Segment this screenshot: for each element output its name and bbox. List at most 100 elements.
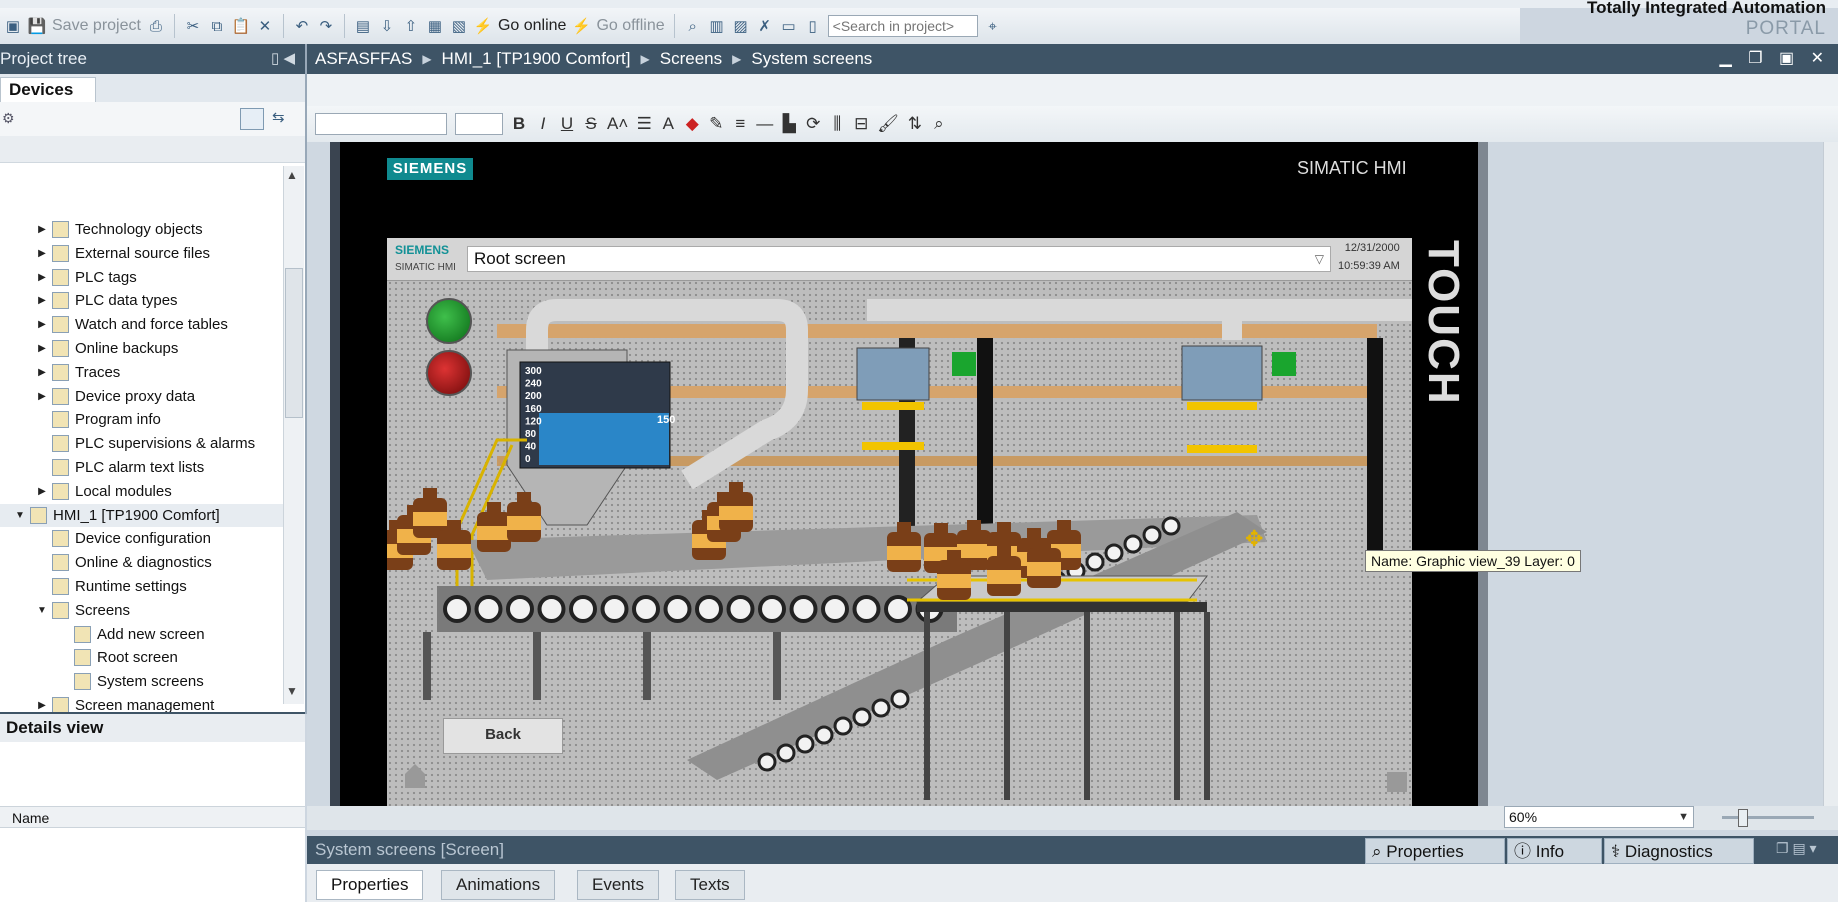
tree-item[interactable]: ▼ HMI_1 [TP1900 Comfort] — [0, 503, 283, 527]
inspector-window-controls-icon[interactable]: ❐ ▤ ▾ — [1776, 840, 1817, 857]
subtab-properties[interactable]: Properties — [316, 870, 424, 900]
expand-right-icon[interactable]: ▶ — [36, 367, 48, 378]
redo-icon[interactable]: ↷ — [317, 17, 335, 35]
tree-item[interactable]: Runtime settings — [0, 575, 283, 598]
simulate-icon[interactable]: ▦ — [426, 17, 444, 35]
stop-button[interactable] — [426, 350, 472, 396]
tree-item[interactable]: Add new screen — [0, 623, 283, 646]
expand-right-icon[interactable]: ▶ — [36, 319, 48, 330]
project-search-input[interactable] — [827, 15, 978, 37]
copy-icon[interactable]: ⧉ — [208, 17, 226, 35]
view-list-icon[interactable] — [240, 108, 264, 130]
tree-item[interactable]: Root screen — [0, 646, 283, 669]
tab-devices[interactable]: Devices — [0, 77, 96, 102]
tree-item[interactable]: Online & diagnostics — [0, 551, 283, 574]
save-icon[interactable]: 💾 — [28, 17, 47, 35]
expand-right-icon[interactable]: ▶ — [36, 248, 48, 259]
italic-icon[interactable]: I — [535, 114, 551, 134]
subtab-texts[interactable]: Texts — [675, 870, 745, 900]
print-icon[interactable]: ⎙ — [147, 17, 165, 35]
split-vertical-icon[interactable]: ▯ — [804, 17, 822, 35]
subtab-animations[interactable]: Animations — [441, 870, 556, 900]
new-project-icon[interactable]: ▣ — [4, 17, 22, 35]
tree-scrollbar[interactable]: ▲ ▼ — [283, 166, 304, 704]
compile-icon[interactable]: ▤ — [354, 17, 372, 35]
inspector-tab-diagnostics[interactable]: ⚕ Diagnostics — [1604, 838, 1754, 864]
rotate-icon[interactable]: ⟳ — [805, 114, 821, 134]
split-horizontal-icon[interactable]: ▭ — [780, 17, 798, 35]
stop-cpu-icon[interactable]: ▨ — [732, 17, 750, 35]
expand-down-icon[interactable]: ▼ — [36, 605, 48, 616]
download-icon[interactable]: ⇩ — [378, 17, 396, 35]
save-project-button[interactable]: Save project — [52, 17, 141, 35]
font-family-select[interactable] — [315, 113, 447, 135]
line-color-icon[interactable]: ✎ — [708, 114, 724, 134]
expand-down-icon[interactable]: ▼ — [14, 510, 26, 521]
go-offline-icon[interactable]: ⚡ — [572, 17, 591, 35]
screen-selector[interactable]: Root screen ▽ — [467, 246, 1331, 272]
expand-right-icon[interactable]: ▶ — [36, 700, 48, 711]
tree-item[interactable]: ▶ PLC tags — [0, 266, 283, 289]
upload-icon[interactable]: ⇧ — [402, 17, 420, 35]
align-objects-icon[interactable]: ▙ — [781, 114, 797, 134]
zoom-select[interactable]: 60% ▼ — [1504, 806, 1694, 828]
zoom-slider[interactable] — [1722, 816, 1814, 819]
tree-item[interactable]: ▶ Traces — [0, 361, 283, 384]
start-button[interactable] — [426, 298, 472, 344]
chevron-down-icon[interactable]: ▽ — [1315, 247, 1324, 271]
tree-item[interactable]: PLC alarm text lists — [0, 456, 283, 479]
tree-item[interactable]: ▶ Local modules — [0, 480, 283, 503]
subtab-events[interactable]: Events — [577, 870, 659, 900]
delete-icon[interactable]: ✕ — [256, 17, 274, 35]
order-icon[interactable]: ⊟ — [853, 114, 869, 134]
scroll-down-icon[interactable]: ▼ — [286, 684, 298, 698]
back-button[interactable]: Back — [443, 718, 563, 754]
underline-icon[interactable]: U — [559, 114, 575, 134]
tree-item[interactable]: PLC supervisions & alarms — [0, 432, 283, 455]
accessible-devices-icon[interactable]: ⌕ — [684, 17, 702, 35]
stop-simulation-icon[interactable]: ▧ — [450, 17, 468, 35]
details-view-header[interactable]: Details view — [0, 712, 305, 742]
view-overview-icon[interactable]: ⇆ — [272, 108, 285, 126]
inspector-tab-info[interactable]: ⓘ Info — [1507, 838, 1602, 864]
line-width-icon[interactable]: — — [756, 114, 773, 134]
go-online-icon[interactable]: ⚡ — [474, 17, 493, 35]
font-grow-icon[interactable]: A˄ — [607, 114, 628, 134]
bold-icon[interactable]: B — [511, 114, 527, 134]
line-style-icon[interactable]: ≡ — [732, 114, 748, 134]
breadcrumb-system-screens[interactable]: System screens — [751, 49, 872, 69]
tree-item[interactable]: ▶ PLC data types — [0, 289, 283, 312]
expand-right-icon[interactable]: ▶ — [36, 224, 48, 235]
search-icon[interactable]: ⌖ — [984, 17, 1002, 35]
cross-reference-icon[interactable]: ✗ — [756, 17, 774, 35]
expand-right-icon[interactable]: ▶ — [36, 343, 48, 354]
tree-item[interactable]: ▶ Watch and force tables — [0, 313, 283, 336]
expand-right-icon[interactable]: ▶ — [36, 295, 48, 306]
breadcrumb-screens[interactable]: Screens — [660, 49, 722, 69]
align-icon[interactable]: ☰ — [636, 114, 652, 134]
font-color-icon[interactable]: A — [660, 114, 676, 134]
tree-item[interactable]: ▶ Online backups — [0, 337, 283, 360]
go-online-button[interactable]: Go online — [498, 17, 567, 35]
go-offline-button[interactable]: Go offline — [596, 17, 664, 35]
strikethrough-icon[interactable]: S — [583, 114, 599, 134]
breadcrumb-device[interactable]: HMI_1 [TP1900 Comfort] — [442, 49, 631, 69]
tree-item[interactable]: Program info — [0, 408, 283, 431]
fill-color-icon[interactable]: ◆ — [684, 114, 700, 134]
paste-icon[interactable]: 📋 — [232, 17, 251, 35]
expand-right-icon[interactable]: ▶ — [36, 391, 48, 402]
scroll-up-icon[interactable]: ▲ — [286, 168, 298, 182]
inspector-tab-properties[interactable]: ⌕ Properties — [1365, 838, 1505, 864]
tree-item[interactable]: ▼ Screens — [0, 599, 283, 622]
format-painter-icon[interactable]: 🖌 — [877, 114, 899, 134]
undo-icon[interactable]: ↶ — [293, 17, 311, 35]
tree-item[interactable]: System screens — [0, 670, 283, 693]
expand-right-icon[interactable]: ▶ — [36, 486, 48, 497]
cut-icon[interactable]: ✂ — [184, 17, 202, 35]
tree-item[interactable]: Device configuration — [0, 527, 283, 550]
scroll-thumb[interactable] — [285, 268, 303, 418]
collapse-pane-icon[interactable]: ▯ ◀ — [271, 44, 295, 74]
tree-item[interactable]: ▶ Technology objects — [0, 218, 283, 241]
zoom-slider-handle[interactable] — [1738, 809, 1748, 827]
distribute-icon[interactable]: ⫼ — [829, 114, 845, 134]
